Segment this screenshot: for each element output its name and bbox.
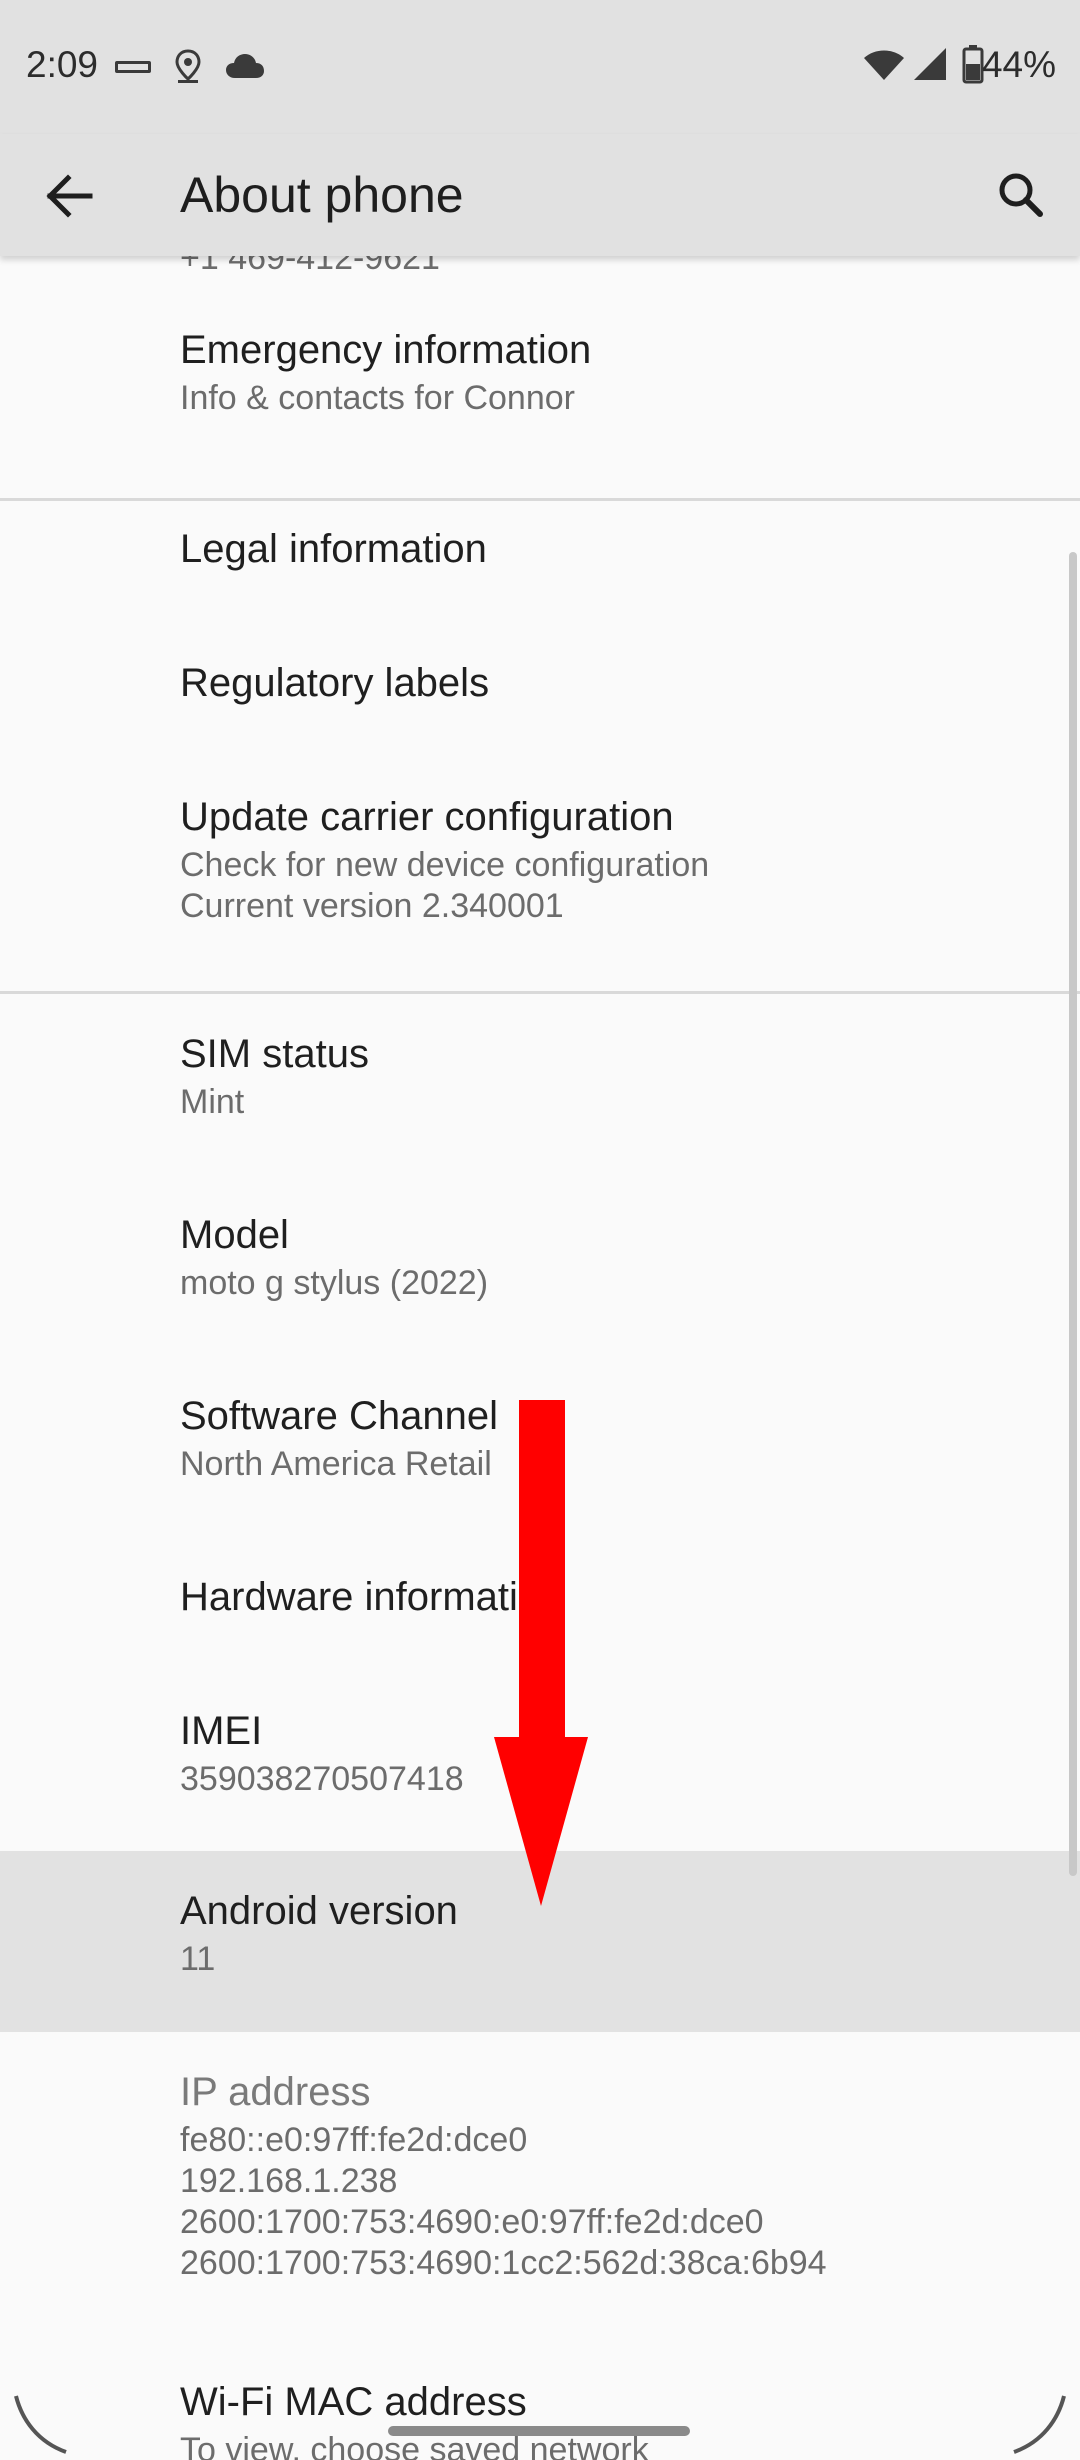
screen-corner-left — [14, 2395, 67, 2454]
screen-corner-right — [1013, 2395, 1066, 2454]
arrow-down-icon — [494, 1400, 588, 1906]
gesture-nav-handle[interactable] — [388, 2426, 690, 2436]
